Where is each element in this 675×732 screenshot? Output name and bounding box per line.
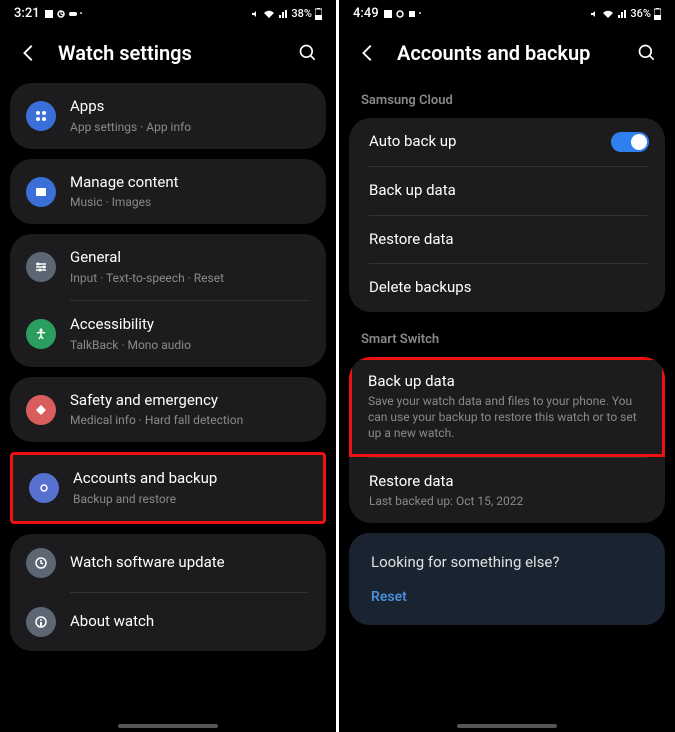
item-sub: Last backed up: Oct 15, 2022 [369,493,649,509]
status-notif-icons: • [44,9,83,19]
header: Watch settings [0,25,336,83]
item-title: Accessibility [70,315,310,335]
item-title: Watch software update [70,553,310,573]
item-safety[interactable]: Safety and emergency Medical info · Hard… [10,377,326,443]
settings-group-4: Safety and emergency Medical info · Hard… [10,377,326,443]
clock: 3:21 [14,6,40,21]
item-title: Manage content [70,173,310,193]
status-bar: 3:21 • 38% [0,0,336,25]
search-icon[interactable] [298,43,318,63]
battery-icon [315,8,322,20]
item-about-watch[interactable]: About watch [10,593,326,651]
about-icon [26,607,56,637]
settings-group-5-highlighted: Accounts and backup Backup and restore [10,452,326,524]
tip-card: Looking for something else? Reset [349,533,665,625]
item-accounts-backup[interactable]: Accounts and backup Backup and restore [13,455,323,521]
settings-group-1: Apps App settings · App info [10,83,326,149]
item-sub: Music · Images [70,194,310,210]
item-cloud-restore[interactable]: Restore data [349,216,665,264]
switch-group: Back up data Save your watch data and fi… [349,357,665,524]
volume-icon [250,9,260,19]
page-title: Watch settings [58,41,280,65]
item-title: Back up data [368,372,646,392]
item-title: About watch [70,612,310,632]
back-icon[interactable] [357,42,379,64]
tip-title: Looking for something else? [371,553,643,571]
header: Accounts and backup [339,25,675,83]
item-apps[interactable]: Apps App settings · App info [10,83,326,149]
item-auto-backup[interactable]: Auto back up [349,118,665,166]
item-switch-backup-highlighted[interactable]: Back up data Save your watch data and fi… [349,357,665,457]
section-samsung-cloud: Samsung Cloud [339,83,675,118]
accounts-icon [29,473,59,503]
item-software-update[interactable]: Watch software update [10,534,326,592]
item-title: Apps [70,97,310,117]
home-indicator[interactable] [457,724,557,728]
page-title: Accounts and backup [397,41,619,65]
settings-group-3: General Input · Text-to-speech · Reset A… [10,234,326,366]
section-smart-switch: Smart Switch [339,322,675,357]
volume-icon [589,9,599,19]
home-indicator[interactable] [118,724,218,728]
item-title: Restore data [369,472,649,492]
item-title: Back up data [369,181,649,201]
signal-icon [278,9,288,19]
clock: 4:49 [353,6,379,21]
general-icon [26,252,56,282]
item-sub: Medical info · Hard fall detection [70,412,310,428]
apps-icon [26,101,56,131]
item-cloud-backup[interactable]: Back up data [349,167,665,215]
cloud-group: Auto back up Back up data Restore data D… [349,118,665,312]
accounts-backup-screen: 4:49 • 36% Accounts and backup Samsung C… [339,0,675,732]
content-icon [26,177,56,207]
item-sub: App settings · App info [70,119,310,135]
item-general[interactable]: General Input · Text-to-speech · Reset [10,234,326,300]
battery-icon [654,8,661,20]
battery-text: 38% [291,7,312,20]
item-sub: Save your watch data and files to your p… [368,393,646,442]
item-title: Accounts and backup [73,469,307,489]
signal-icon [617,9,627,19]
update-icon [26,548,56,578]
item-sub: Backup and restore [73,491,307,507]
item-title: Delete backups [369,278,649,298]
settings-group-6: Watch software update About watch [10,534,326,651]
accessibility-icon [26,319,56,349]
status-notif-icons: • [383,9,422,19]
item-title: Restore data [369,230,649,250]
wifi-icon [263,9,275,19]
item-manage-content[interactable]: Manage content Music · Images [10,159,326,225]
tip-link-reset[interactable]: Reset [371,589,643,605]
wifi-icon [602,9,614,19]
item-accessibility[interactable]: Accessibility TalkBack · Mono audio [10,301,326,367]
watch-settings-screen: 3:21 • 38% Watch settings Apps [0,0,336,732]
item-title: Safety and emergency [70,391,310,411]
battery-text: 36% [630,7,651,20]
search-icon[interactable] [637,43,657,63]
item-title: Auto back up [369,132,597,152]
settings-group-2: Manage content Music · Images [10,159,326,225]
safety-icon [26,395,56,425]
status-bar: 4:49 • 36% [339,0,675,25]
item-switch-restore[interactable]: Restore data Last backed up: Oct 15, 202… [349,458,665,524]
item-cloud-delete[interactable]: Delete backups [349,264,665,312]
item-sub: Input · Text-to-speech · Reset [70,270,310,286]
item-title: General [70,248,310,268]
item-sub: TalkBack · Mono audio [70,337,310,353]
back-icon[interactable] [18,42,40,64]
toggle-auto-backup[interactable] [611,132,649,152]
